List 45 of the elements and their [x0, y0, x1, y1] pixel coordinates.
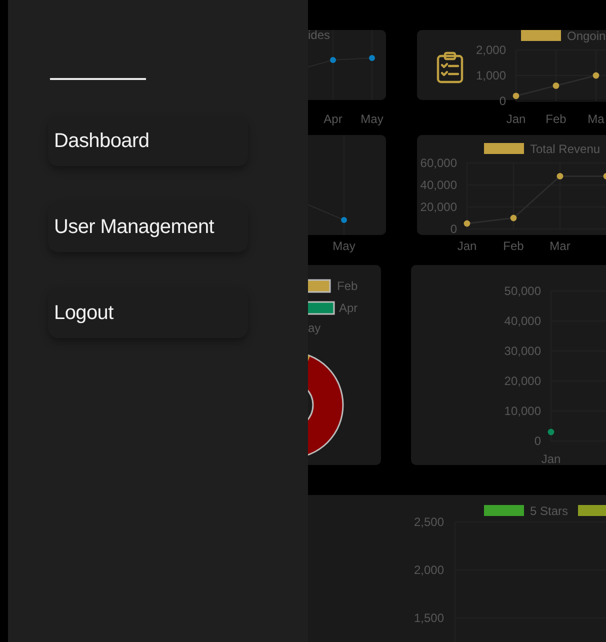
axis-label: 20,000	[420, 200, 457, 214]
nav-button[interactable]: Logout	[48, 288, 248, 338]
axis-label: 30,000	[504, 344, 541, 358]
axis-label: 40,000	[504, 314, 541, 328]
axis-label: 1,500	[414, 611, 444, 625]
axis-label: Feb	[503, 239, 524, 253]
axis-label: 50,000	[504, 284, 541, 298]
axis-label: May	[360, 112, 384, 126]
legend-label: Total Revenu	[530, 142, 600, 156]
legend-label: ides	[308, 28, 330, 42]
legend-label: Feb	[337, 279, 358, 293]
data-point	[556, 173, 564, 180]
legend-label: ay	[308, 321, 321, 335]
axis-label: Ma	[588, 112, 604, 126]
axis-label: 20,000	[504, 374, 541, 388]
data-point	[548, 428, 554, 436]
axis-label: 0	[450, 222, 457, 236]
axis-label: May	[332, 239, 356, 253]
axis-label: 0	[534, 434, 541, 448]
nav-button[interactable]: Dashboard	[48, 116, 248, 166]
data-point	[603, 173, 606, 180]
legend-label: 5 Stars	[530, 504, 568, 518]
axis-label: 60,000	[420, 156, 457, 170]
legend-label: Apr	[339, 301, 358, 315]
axis-label: 2,500	[414, 515, 444, 529]
axis-label: Apr	[324, 112, 342, 126]
axis-label: Jan	[541, 452, 561, 466]
axis-label: 2,000	[476, 43, 506, 57]
axis-label: Jan	[506, 112, 526, 126]
axis-label: 10,000	[504, 404, 541, 418]
axis-label: Feb	[546, 112, 566, 126]
axis-label: Jan	[457, 239, 477, 253]
nav-button[interactable]: User Management	[48, 202, 248, 252]
data-point	[592, 72, 600, 79]
axis-label: 40,000	[420, 178, 457, 192]
axis-label: 0	[499, 94, 506, 108]
data-point	[464, 220, 470, 227]
axis-label: Mar	[550, 239, 570, 253]
legend-label: Ongoin	[567, 29, 606, 43]
clipboard-icon	[436, 52, 464, 84]
data-point	[552, 82, 560, 89]
axis-label: 2,000	[414, 563, 444, 577]
data-point	[510, 214, 517, 222]
data-point	[512, 92, 520, 100]
axis-label: 1,000	[476, 68, 506, 82]
